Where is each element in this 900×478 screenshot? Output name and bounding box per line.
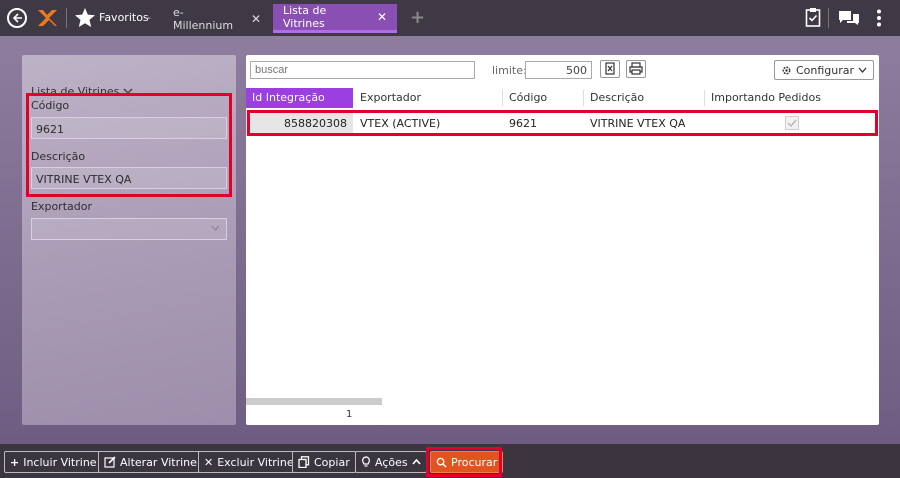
star-icon[interactable] (74, 7, 96, 32)
copiar-button[interactable]: Copiar (292, 451, 356, 473)
exportador-label: Exportador (31, 200, 92, 213)
lightbulb-icon (362, 456, 370, 467)
app-logo-icon (36, 8, 58, 31)
column-id-integracao[interactable]: Id Integração (246, 88, 353, 108)
clipboard-check-icon[interactable] (805, 7, 821, 30)
filter-panel: Lista de Vitrines Código 9621 Descrição … (22, 55, 236, 425)
close-icon[interactable]: ✕ (377, 10, 387, 24)
column-importando-pedidos[interactable]: Importando Pedidos (705, 88, 879, 108)
tab-lista-de-vitrines[interactable]: Lista de Vitrines ✕ (273, 4, 397, 33)
add-tab-icon[interactable]: + (410, 9, 425, 27)
edit-icon (104, 456, 116, 468)
excluir-vitrine-button[interactable]: ✕ Excluir Vitrine (198, 451, 300, 473)
chevron-down-icon (211, 224, 220, 234)
page-number[interactable]: 1 (346, 409, 352, 420)
highlight-box (26, 93, 232, 197)
chevron-down-icon (858, 67, 867, 73)
favoritos-menu[interactable]: Favoritos (99, 11, 149, 24)
print-button[interactable] (626, 60, 646, 78)
incluir-vitrine-button[interactable]: + Incluir Vitrine (4, 451, 103, 473)
limite-label: limite: (492, 64, 527, 77)
column-descricao[interactable]: Descrição (584, 88, 704, 108)
chat-icon[interactable] (838, 10, 860, 29)
separator (828, 8, 829, 28)
highlight-box (247, 110, 878, 136)
search-input[interactable] (250, 61, 475, 79)
tab-label: e-Millennium (173, 5, 234, 32)
more-vertical-icon[interactable] (876, 9, 882, 30)
column-exportador[interactable]: Exportador (354, 88, 502, 108)
configurar-button[interactable]: Configurar (774, 60, 874, 80)
grid-panel: limite: 500 Configurar Id Integraç (246, 55, 879, 425)
close-icon[interactable]: ✕ (251, 12, 261, 26)
tab-label: Lista de Vitrines (283, 4, 327, 30)
tab-e-millennium[interactable]: e-Millennium ✕ (163, 4, 271, 33)
bottom-toolbar: + Incluir Vitrine Alterar Vitrine ✕ Excl… (0, 444, 900, 478)
gear-icon (782, 66, 791, 74)
favoritos-caret[interactable]: - (147, 11, 151, 24)
chevron-up-icon (412, 459, 421, 465)
limite-input[interactable]: 500 (525, 61, 592, 79)
exportador-select[interactable] (31, 218, 227, 240)
grid-header: Id Integração Exportador Código Descriçã… (246, 88, 879, 108)
printer-icon (629, 62, 643, 75)
horizontal-scrollbar[interactable] (246, 398, 382, 405)
main-area: Lista de Vitrines Código 9621 Descrição … (0, 36, 900, 444)
highlight-box (426, 447, 502, 477)
x-icon: ✕ (204, 455, 214, 469)
separator (66, 8, 67, 28)
back-icon[interactable] (7, 8, 27, 28)
alterar-vitrine-button[interactable]: Alterar Vitrine (98, 451, 203, 473)
excel-file-icon (605, 62, 615, 75)
top-bar: Favoritos - e-Millennium ✕ Lista de Vitr… (0, 0, 900, 36)
export-excel-button[interactable] (600, 60, 620, 78)
column-codigo[interactable]: Código (503, 88, 583, 108)
plus-icon: + (10, 455, 20, 469)
acoes-button[interactable]: Ações (355, 451, 427, 473)
copy-icon (298, 456, 310, 468)
